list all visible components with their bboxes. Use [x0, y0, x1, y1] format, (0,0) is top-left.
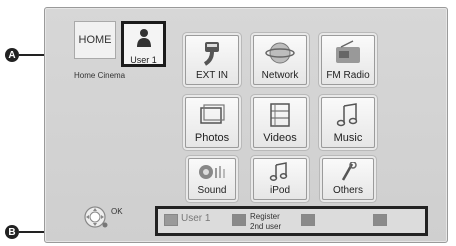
- speaker-sound-icon: [189, 159, 235, 185]
- tile-music-label: Music: [333, 132, 363, 144]
- home-tab-label: HOME: [78, 34, 112, 46]
- tile-videos[interactable]: Videos: [253, 97, 307, 148]
- radio-icon: [322, 36, 374, 70]
- tools-icon: [323, 159, 373, 185]
- tile-photos[interactable]: Photos: [185, 97, 239, 148]
- user-label: User 1: [130, 55, 157, 65]
- color-key-bar: User 1 Register 2nd user: [155, 206, 428, 236]
- user-icon: [136, 28, 152, 53]
- globe-network-icon: [254, 36, 306, 70]
- tile-sound[interactable]: Sound: [188, 158, 236, 200]
- music-note-icon: [322, 98, 374, 132]
- red-key-icon: [164, 214, 178, 226]
- blue-key-icon: [373, 214, 387, 226]
- user-tab[interactable]: User 1: [121, 21, 166, 67]
- hdmi-cable-icon: [186, 36, 238, 70]
- photos-icon: [186, 98, 238, 132]
- remote-cursor-icon: [83, 205, 109, 234]
- tile-videos-label: Videos: [263, 132, 297, 144]
- remote-ok-label: OK: [111, 207, 123, 216]
- callout-b: B: [5, 225, 19, 239]
- tile-sound-label: Sound: [197, 185, 227, 196]
- home-subtitle: Home Cinema: [74, 71, 126, 80]
- tile-network-label: Network: [261, 70, 299, 81]
- green-key-icon: [232, 214, 246, 226]
- bar-user1-label: User 1: [181, 213, 211, 224]
- tile-ipod-label: iPod: [269, 185, 290, 196]
- yellow-key-icon: [301, 214, 315, 226]
- tile-ipod[interactable]: iPod: [253, 158, 307, 200]
- tile-others[interactable]: Others: [322, 158, 374, 200]
- home-menu-screen: HOME User 1 Home Cinema EXT IN Network F…: [44, 7, 448, 243]
- tile-ext-in-label: EXT IN: [195, 70, 229, 81]
- callout-a: A: [5, 48, 19, 62]
- home-tab[interactable]: HOME: [74, 21, 116, 59]
- tile-photos-label: Photos: [194, 132, 230, 144]
- ipod-music-icon: [254, 159, 306, 185]
- tile-ext-in[interactable]: EXT IN: [185, 35, 239, 85]
- tile-music[interactable]: Music: [321, 97, 375, 148]
- bar-register-line2: 2nd user: [250, 222, 282, 231]
- tile-others-label: Others: [332, 185, 363, 196]
- tile-fm-radio-label: FM Radio: [326, 70, 370, 81]
- bar-register-line1: Register: [250, 212, 280, 221]
- film-strip-icon: [254, 98, 306, 132]
- tile-fm-radio[interactable]: FM Radio: [321, 35, 375, 85]
- tile-network[interactable]: Network: [253, 35, 307, 85]
